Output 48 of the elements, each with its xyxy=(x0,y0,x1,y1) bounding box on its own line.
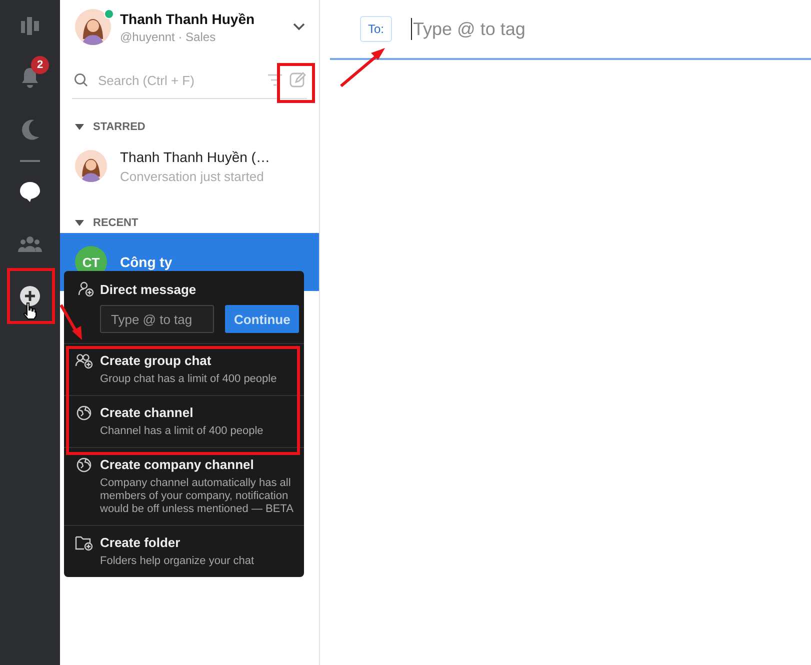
hand-cursor-icon xyxy=(23,302,37,320)
chat-icon[interactable] xyxy=(19,181,41,203)
person-add-icon xyxy=(78,281,94,297)
conversation-name: Thanh Thanh Huyền (… xyxy=(120,148,270,164)
moon-icon[interactable] xyxy=(20,119,40,141)
search-field[interactable]: Search (Ctrl + F) xyxy=(94,72,261,88)
bell-icon[interactable] xyxy=(20,67,40,89)
group-add-icon xyxy=(74,353,94,369)
avatar-icon xyxy=(75,150,107,182)
globe-icon xyxy=(74,457,94,473)
to-label: To: xyxy=(360,16,392,42)
menu-item-title: Create group chat xyxy=(100,353,212,368)
highlight-box xyxy=(7,268,55,324)
highlight-box xyxy=(277,63,315,103)
tag-input-field[interactable]: Type @ to tag xyxy=(100,305,214,333)
menu-item[interactable]: Create folder Folders help organize your chat xyxy=(64,526,304,577)
conversation-item[interactable]: Thanh Thanh Huyền (… Conversation just started xyxy=(60,137,319,195)
search-icon xyxy=(74,73,88,87)
annotation-arrow xyxy=(59,303,85,341)
menu-item-description: Channel has a limit of 400 people xyxy=(100,425,264,438)
menu-item-title: Create company channel xyxy=(100,457,255,472)
folder-add-icon xyxy=(74,535,94,551)
menu-item-title: Create channel xyxy=(100,405,194,420)
conversation-name: Công ty xyxy=(120,254,172,270)
conversation-preview: Conversation just started xyxy=(120,168,265,184)
section-heading: STARRED xyxy=(93,121,146,133)
avatar-icon[interactable] xyxy=(75,9,111,45)
profile-handle: @huyennt · Sales xyxy=(120,30,217,44)
menu-item[interactable]: Create group chat Group chat has a limit of 400 people xyxy=(64,344,304,396)
menu-item[interactable]: Create channel Channel has a limit of 400 people xyxy=(64,396,304,448)
filter-icon[interactable] xyxy=(267,74,283,86)
plus-icon[interactable] xyxy=(20,286,40,306)
chevron-down-icon[interactable] xyxy=(293,23,305,31)
profile-name: Thanh Thanh Huyền xyxy=(120,10,256,26)
text-cursor xyxy=(411,18,412,40)
collapse-triangle-icon[interactable] xyxy=(75,220,84,226)
notification-badge: 2 xyxy=(31,56,49,74)
collapse-triangle-icon[interactable] xyxy=(75,124,84,130)
menu-item-description: Group chat has a limit of 400 people xyxy=(100,373,278,386)
people-icon[interactable] xyxy=(18,236,42,252)
section-heading: RECENT xyxy=(93,217,138,229)
logo-icon[interactable] xyxy=(19,15,41,37)
globe-icon xyxy=(74,405,94,421)
menu-item-description: Company channel automatically has all members of your company, notification would be off unless mentioned — BETA xyxy=(100,477,294,516)
annotation-arrow xyxy=(339,46,387,88)
menu-item-title: Create folder xyxy=(100,535,182,550)
menu-item-description: Folders help organize your chat xyxy=(100,555,256,568)
menu-item[interactable]: Create company channel Company channel automatically has all members of your company, notification would be off unless mentioned — BETA xyxy=(64,448,304,526)
